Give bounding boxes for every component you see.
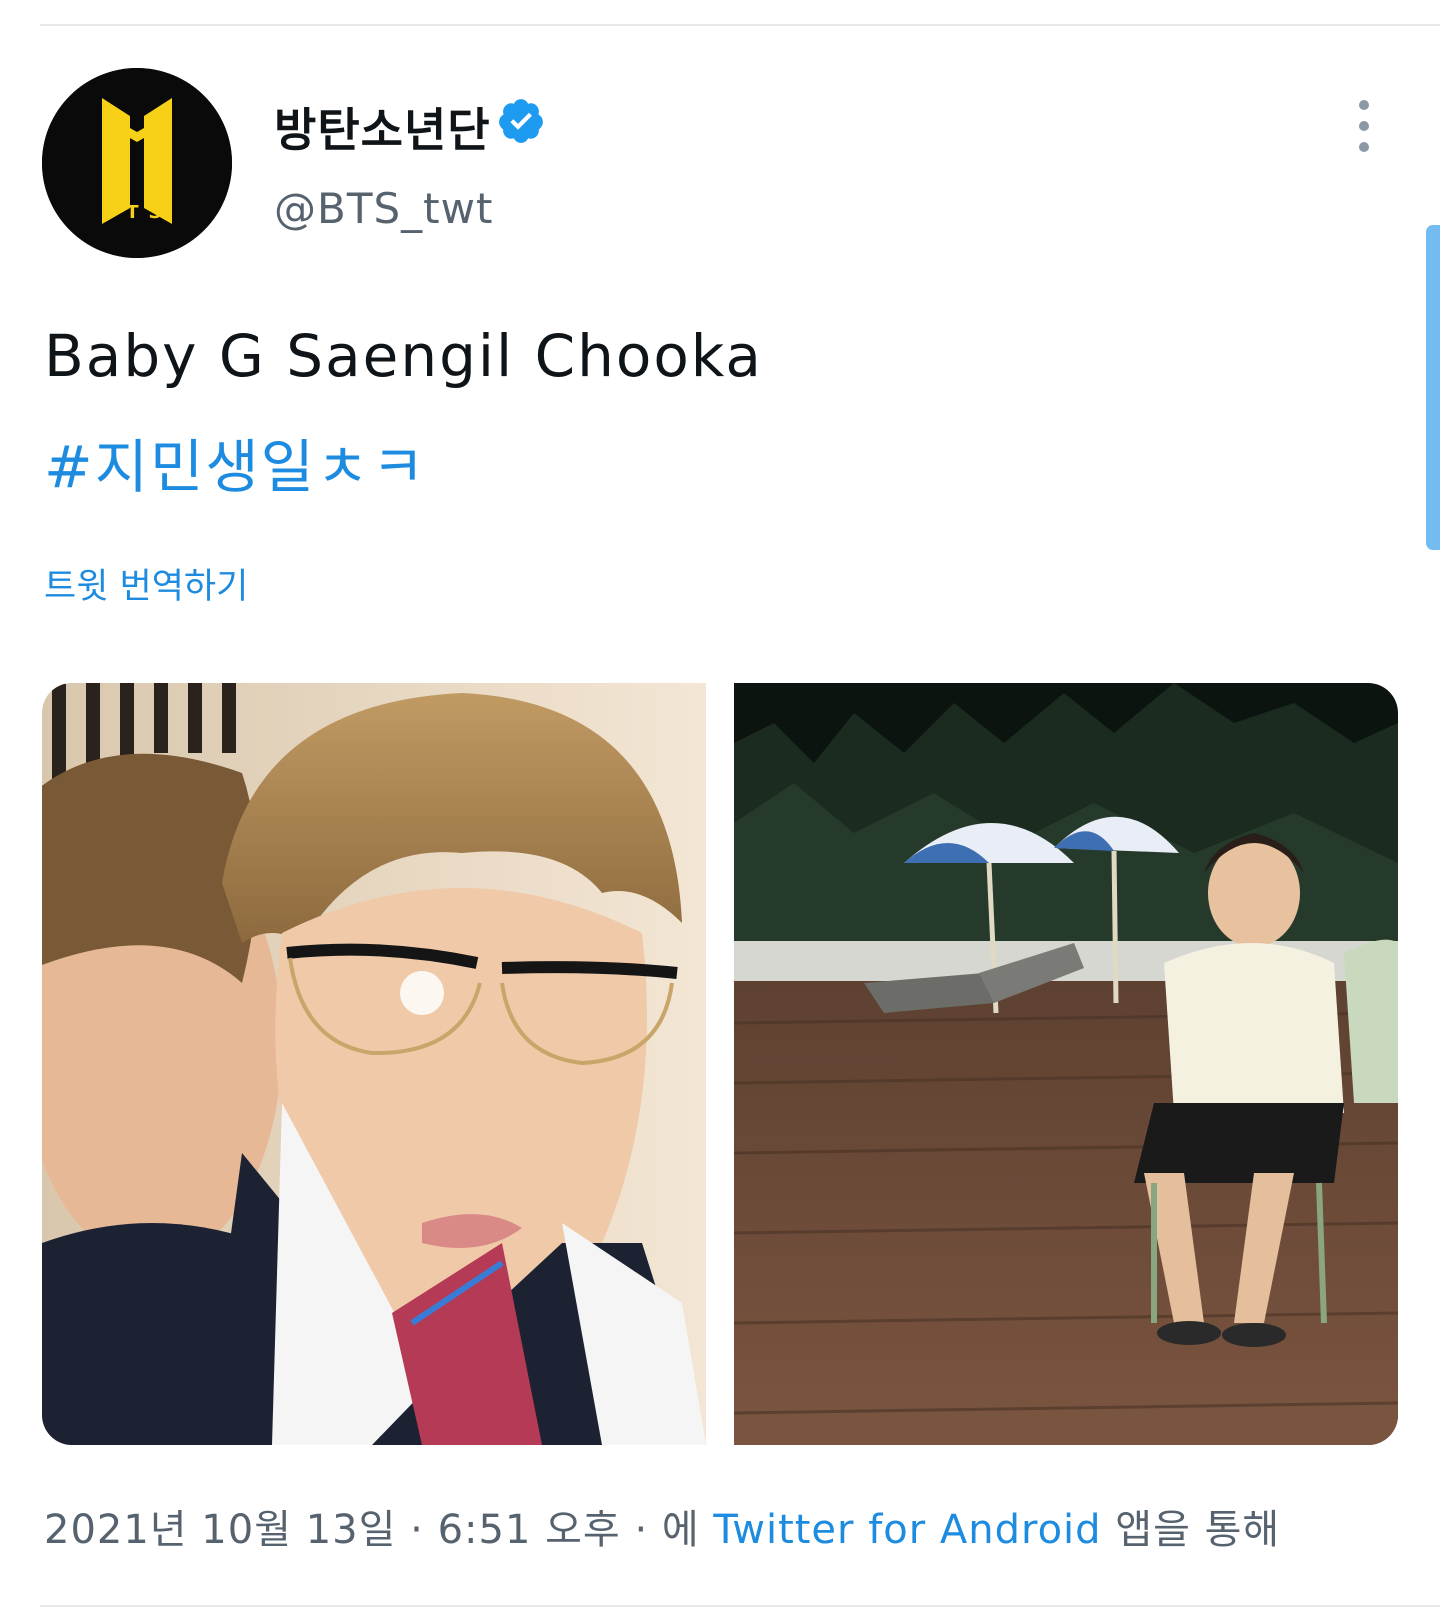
night-deck-photo-image [734,683,1398,1445]
tweet-time: 6:51 오후 [437,1507,621,1553]
scrollbar[interactable] [1426,225,1440,550]
verified-badge-icon [499,99,543,143]
translate-tweet-link[interactable]: 트윗 번역하기 [44,558,248,609]
selfie-photo-image [42,683,706,1445]
bottom-divider [40,1605,1440,1607]
avatar[interactable]: BTS [42,68,232,258]
tweet-date: 2021년 10월 13일 [44,1507,397,1553]
tweet-photo-2[interactable] [734,683,1398,1445]
more-dot [1359,121,1369,131]
more-options-icon[interactable] [1352,100,1376,152]
hashtag-link[interactable]: #지민생일ㅊㅋ [44,420,427,504]
avatar-logo-text: BTS [103,202,172,223]
account-handle[interactable]: @BTS_twt [274,184,493,233]
tweet-source-link[interactable]: Twitter for Android [713,1507,1101,1553]
meta-separator: · [410,1507,424,1553]
tweet-meta: 2021년 10월 13일 · 6:51 오후 · 에 Twitter for … [44,1497,1280,1555]
display-name[interactable]: 방탄소년단 [274,94,491,160]
meta-separator: · [634,1507,649,1553]
via-suffix: 앱을 통해 [1115,1507,1281,1553]
top-divider [40,24,1440,26]
more-dot [1359,100,1369,110]
tweet-photo-1[interactable] [42,683,706,1445]
via-prefix: 에 [661,1507,700,1553]
tweet-text: Baby G Saengil Chooka [44,322,763,390]
more-dot [1359,142,1369,152]
bts-logo-icon: BTS [42,68,232,258]
